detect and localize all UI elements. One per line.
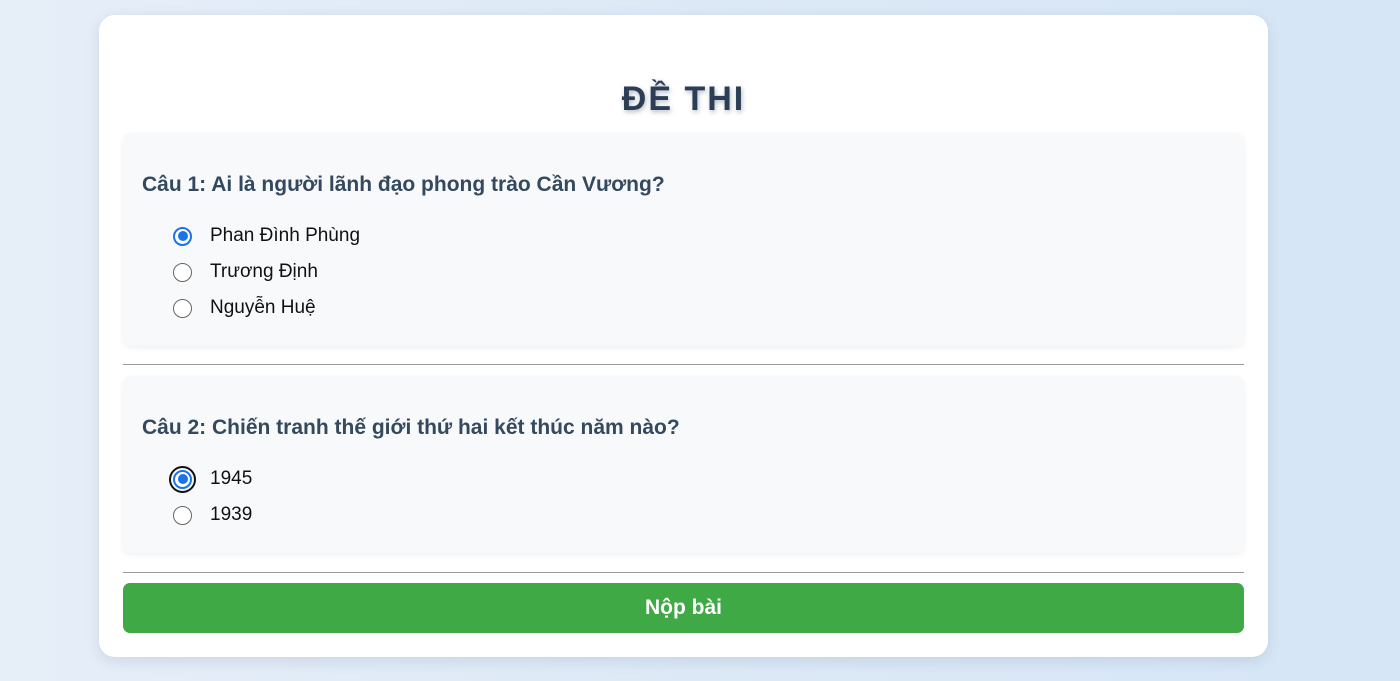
page-title: ĐỀ THI [621, 80, 746, 118]
option-q1-nguyen-hue[interactable]: Nguyễn Huệ [173, 295, 316, 321]
option-label: 1945 [210, 468, 253, 489]
option-q2-1939[interactable]: 1939 [173, 502, 252, 528]
radio-button[interactable] [173, 505, 192, 525]
question-divider [123, 572, 1244, 573]
option-label: Phan Đình Phùng [210, 225, 361, 246]
option-q1-truong-dinh[interactable]: Trương Định [173, 259, 318, 285]
radio-button[interactable] [173, 262, 192, 282]
question-text: Câu 2: Chiến tranh thế giới thứ hai kết … [142, 416, 680, 439]
radio-button[interactable] [173, 226, 192, 246]
option-label: Trương Định [210, 261, 318, 282]
option-label: 1939 [210, 504, 253, 525]
radio-button[interactable] [169, 465, 196, 493]
radio-button[interactable] [173, 298, 192, 318]
question-divider [123, 364, 1244, 365]
option-q1-phan-dinh-phung[interactable]: Phan Đình Phùng [173, 223, 360, 249]
option-label: Nguyễn Huệ [210, 297, 316, 318]
question-text: Câu 1: Ai là người lãnh đạo phong trào C… [142, 173, 665, 196]
exam-card: ĐỀ THI Câu 1: Ai là người lãnh đạo phong… [99, 15, 1268, 657]
option-q2-1945[interactable]: 1945 [169, 465, 253, 493]
submit-button[interactable]: Nộp bài [123, 583, 1244, 633]
question-card-2: Câu 2: Chiến tranh thế giới thứ hai kết … [123, 376, 1244, 553]
question-card-1: Câu 1: Ai là người lãnh đạo phong trào C… [123, 133, 1244, 346]
